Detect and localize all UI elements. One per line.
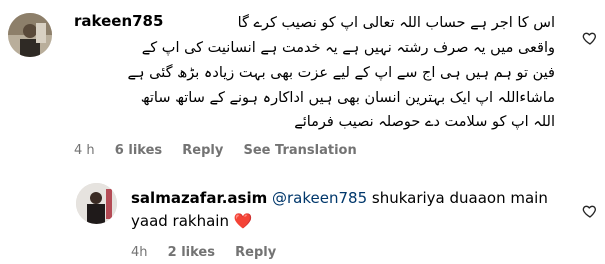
comment-meta: 4h 2 likes Reply — [131, 245, 292, 260]
avatar[interactable] — [76, 183, 117, 224]
avatar[interactable] — [8, 13, 52, 57]
comment-text-line: اس کا اجر ہے حساب اللہ تعالی اپ کو نصیب … — [237, 15, 555, 31]
heart-outline-icon[interactable] — [582, 203, 598, 219]
reply-button[interactable]: Reply — [182, 143, 223, 158]
likes-count[interactable]: 6 likes — [115, 143, 162, 158]
comment-text-line: اللہ اپ کو سلامت دے حوصلہ نصیب فرمائے — [294, 114, 555, 130]
mention-link[interactable]: @rakeen785 — [272, 189, 367, 207]
timestamp: 4 h — [74, 143, 95, 158]
username[interactable]: salmazafar.asim — [131, 189, 267, 207]
comment-text-line: فین تو ہم ہیں ہی اج سے اپ کے لیے عزت بھی… — [127, 65, 555, 81]
heart-emoji: ❤️ — [233, 212, 253, 230]
heart-outline-icon[interactable] — [582, 30, 598, 46]
comment-meta: 4 h 6 likes Reply See Translation — [74, 143, 373, 158]
see-translation-button[interactable]: See Translation — [244, 143, 357, 158]
comment-text: shukariya duaaon main — [367, 189, 548, 207]
timestamp: 4h — [131, 245, 148, 260]
comment-text-line: ماشاءاللہ اپ ایک بہترین انسان بھی ہیں اد… — [140, 90, 555, 106]
comment-text-line: واقعی میں یہ صرف رشتہ نہیں ہے یہ خدمت ہے… — [141, 40, 555, 56]
comment-text: yaad rakhain — [131, 212, 229, 230]
likes-count[interactable]: 2 likes — [168, 245, 215, 260]
reply-button[interactable]: Reply — [235, 245, 276, 260]
